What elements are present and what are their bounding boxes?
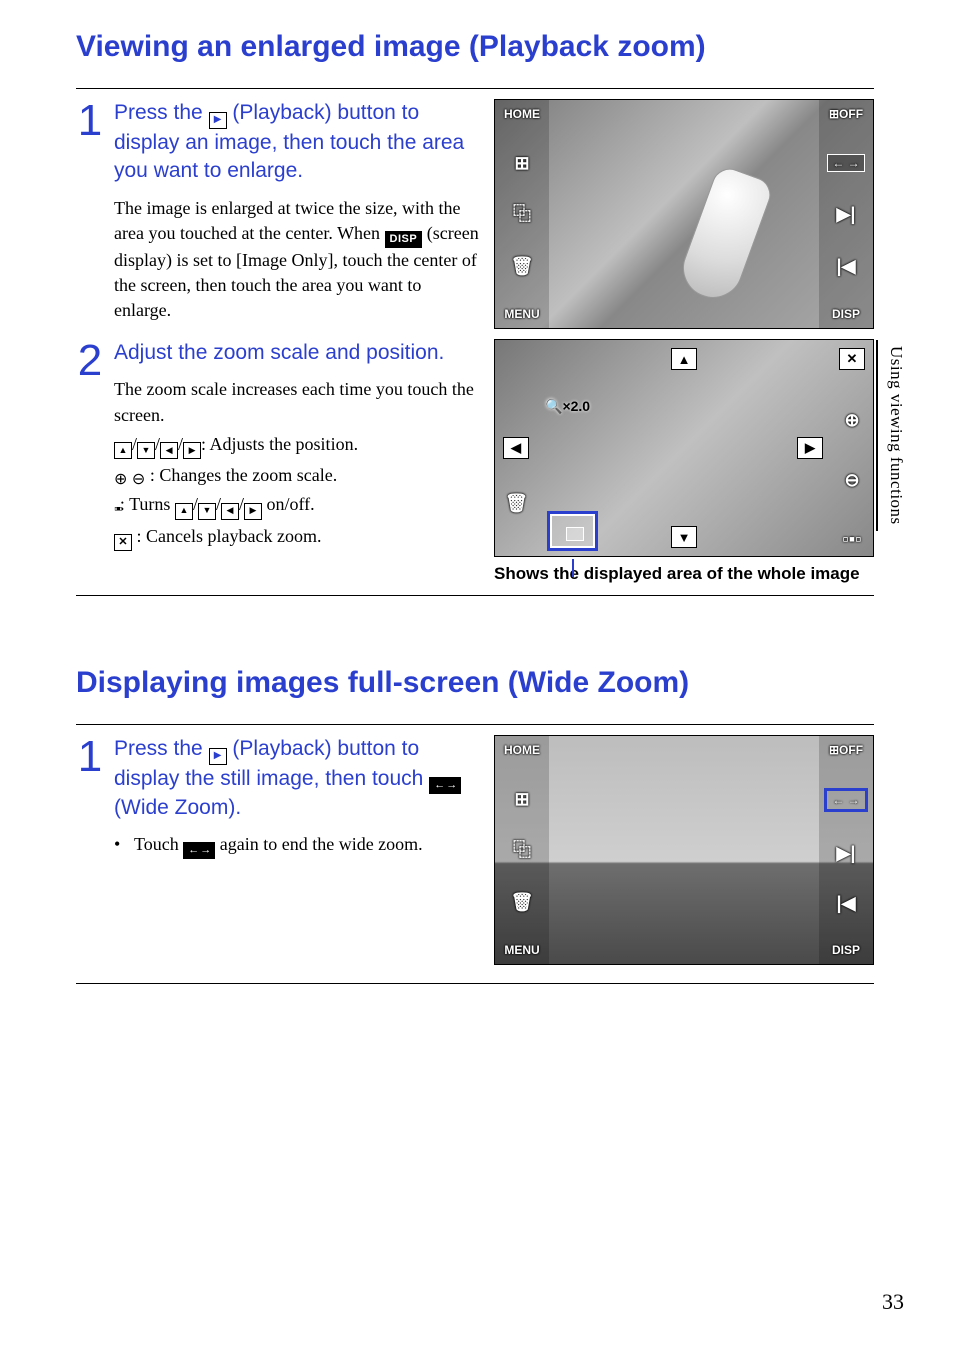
wz-osd-trash-icon: 🗑 bbox=[511, 893, 534, 911]
figure-wide-zoom: HOME ⊞ ⿻ 🗑 MENU ⊞OFF ← → ▶| |◀ DISP bbox=[494, 735, 874, 965]
divider bbox=[76, 88, 874, 89]
wz-osd-slideshow-icon: ⿻ bbox=[513, 841, 531, 859]
disp-icon: DISP bbox=[385, 231, 423, 248]
wz-osd-index-icon: ⊞ bbox=[514, 790, 529, 808]
fig2-zoomout-icon: ⊖ bbox=[844, 471, 859, 489]
step1-row: 1 Press the (Playback) button to display… bbox=[76, 99, 874, 329]
figure-zoom-panel: ▲ ▼ ◀ ▶ 🔍×2.0 ✕ ⊕ ⊖ ▫▪▫ 🗑 Shows the disp… bbox=[494, 339, 874, 585]
step2-heading: Adjust the zoom scale and position. bbox=[114, 339, 480, 367]
fig2-zoom-label: 🔍×2.0 bbox=[545, 398, 590, 415]
wz-step1-heading: Press the (Playback) button to display t… bbox=[114, 735, 480, 822]
step1-head-a: Press the bbox=[114, 101, 209, 124]
playback-icon-2 bbox=[209, 748, 227, 765]
arrow-up-icon-2 bbox=[175, 503, 193, 520]
wz-osd-prev-icon: |◀ bbox=[837, 894, 856, 912]
arrow-right-icon bbox=[183, 442, 201, 459]
wz-osd-widezoom-highlight: ← → bbox=[824, 788, 867, 812]
figure-zoom-caption: Shows the displayed area of the whole im… bbox=[494, 563, 874, 585]
step2-intro: The zoom scale increases each time you t… bbox=[114, 377, 480, 427]
side-tab: Using viewing functions bbox=[876, 340, 908, 531]
divider bbox=[76, 724, 874, 725]
step2-body: The zoom scale increases each time you t… bbox=[114, 377, 480, 551]
wide-zoom-icon bbox=[429, 777, 461, 794]
cancel-icon bbox=[114, 534, 132, 551]
fig2-arrow-right: ▶ bbox=[797, 437, 823, 459]
wz-osd-next-icon: ▶| bbox=[837, 844, 856, 862]
fig2-zoomin-icon: ⊕ bbox=[844, 411, 859, 429]
arrow-right-icon-2 bbox=[244, 503, 262, 520]
osd-next-icon: ▶| bbox=[837, 205, 856, 223]
osd-widezoom-icon: ← → bbox=[827, 154, 864, 172]
page-number: 33 bbox=[882, 1289, 904, 1315]
step2-line-adjust: ///: Adjusts the position. bbox=[114, 432, 480, 460]
wz-osd-off: ⊞OFF bbox=[829, 744, 863, 756]
step2-line-toggle: : Turns /// on/off. bbox=[114, 492, 480, 520]
section1-title: Viewing an enlarged image (Playback zoom… bbox=[76, 30, 874, 64]
arrow-left-icon-2 bbox=[221, 503, 239, 520]
finger-illustration bbox=[675, 164, 776, 307]
step2-line-cancel: : Cancels playback zoom. bbox=[114, 524, 480, 552]
wz-osd-disp: DISP bbox=[832, 944, 860, 956]
arrow-down-icon bbox=[137, 442, 155, 459]
arrow-down-icon-2 bbox=[198, 503, 216, 520]
osd-off: ⊞OFF bbox=[829, 108, 863, 120]
fig2-toggle-icon: ▫▪▫ bbox=[842, 530, 861, 548]
wz-bullet: • Touch again to end the wide zoom. bbox=[114, 832, 480, 859]
wz-step1-row: 1 Press the (Playback) button to display… bbox=[76, 735, 874, 965]
wide-zoom-icon-2 bbox=[183, 842, 215, 859]
arrow-left-icon bbox=[160, 442, 178, 459]
side-tab-label: Using viewing functions bbox=[886, 346, 906, 525]
wz-osd-home: HOME bbox=[504, 744, 540, 756]
osd-index-icon: ⊞ bbox=[514, 154, 529, 172]
divider bbox=[76, 983, 874, 984]
osd-prev-icon: |◀ bbox=[837, 257, 856, 275]
step1-body: The image is enlarged at twice the size,… bbox=[114, 196, 480, 324]
figure-playback-touch: HOME ⊞ ⿻ 🗑 MENU ⊞OFF ← → ▶| |◀ DISP bbox=[494, 99, 874, 329]
fig2-arrow-up: ▲ bbox=[671, 348, 697, 370]
osd-trash-icon: 🗑 bbox=[511, 257, 534, 275]
fig2-area-indicator bbox=[550, 514, 595, 548]
fig2-close-icon: ✕ bbox=[839, 348, 865, 370]
fig2-trash-icon: 🗑 bbox=[505, 494, 528, 512]
fig2-arrow-down: ▼ bbox=[671, 526, 697, 548]
step2-row: 2 Adjust the zoom scale and position. Th… bbox=[76, 339, 874, 585]
osd-menu: MENU bbox=[504, 308, 539, 320]
zoom-in-icon: ⊕ bbox=[114, 472, 127, 488]
step1-heading: Press the (Playback) button to display a… bbox=[114, 99, 480, 186]
step2-number: 2 bbox=[76, 339, 104, 585]
wz-osd-menu: MENU bbox=[504, 944, 539, 956]
osd-slideshow-icon: ⿻ bbox=[513, 205, 531, 223]
section2-title: Displaying images full-screen (Wide Zoom… bbox=[76, 666, 874, 700]
zoom-out-icon: ⊖ bbox=[132, 472, 145, 488]
step2-line-zoom: ⊕ ⊖ : Changes the zoom scale. bbox=[114, 463, 480, 488]
osd-disp: DISP bbox=[832, 308, 860, 320]
step1-number: 1 bbox=[76, 99, 104, 329]
fig2-pointer-line bbox=[572, 559, 574, 577]
wz-step1-number: 1 bbox=[76, 735, 104, 965]
arrow-up-icon bbox=[114, 442, 132, 459]
playback-icon bbox=[209, 112, 227, 129]
fig2-arrow-left: ◀ bbox=[503, 437, 529, 459]
divider bbox=[76, 595, 874, 596]
osd-home: HOME bbox=[504, 108, 540, 120]
